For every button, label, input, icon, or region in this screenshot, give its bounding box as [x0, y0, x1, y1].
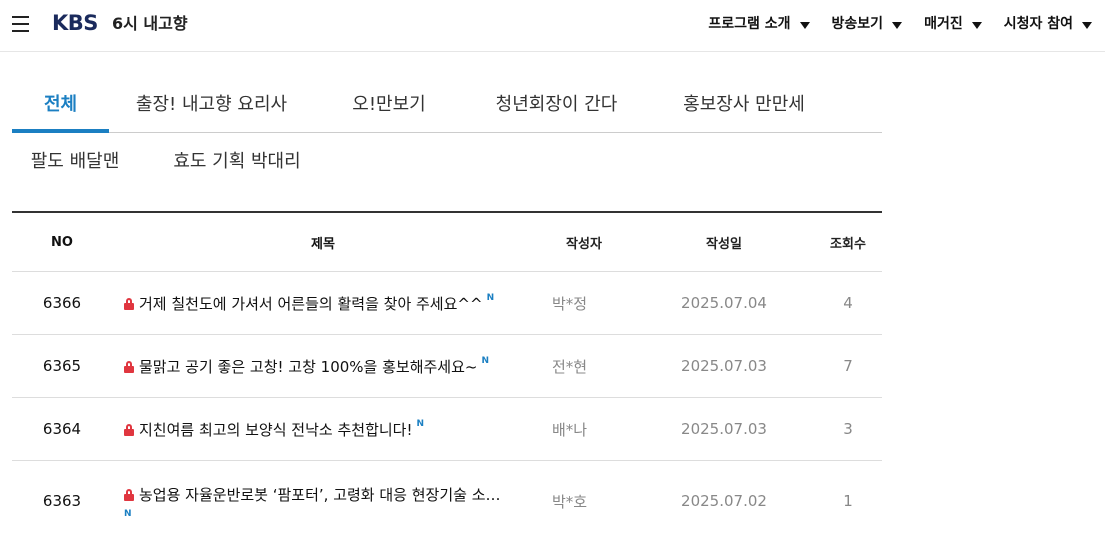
post-no: 6363: [42, 492, 82, 510]
post-views: 7: [843, 357, 853, 375]
table-row[interactable]: 6363 농업용 자율운반로봇 ‘팜포터’, 고령화 대응 현장기술 소… N …: [12, 461, 882, 536]
post-views: 3: [843, 420, 853, 438]
post-author: 박*호: [552, 492, 588, 511]
post-author: 배*나: [552, 420, 588, 439]
header-author: 작성자: [566, 236, 602, 252]
lock-icon: [124, 489, 134, 501]
post-views: 4: [843, 294, 853, 312]
post-date: 2025.07.02: [681, 492, 767, 510]
lock-icon: [124, 361, 134, 373]
new-badge: N: [416, 419, 425, 429]
hamburger-menu-icon[interactable]: [12, 15, 29, 32]
caret-down-icon: [799, 21, 810, 29]
tab-all[interactable]: 전체: [12, 76, 109, 133]
header-no: NO: [51, 234, 73, 250]
post-no: 6366: [42, 294, 82, 312]
tab-row: 전체 출장! 내고향 요리사 오!만보기 청년회장이 간다 홍보장사 만만세: [12, 76, 882, 133]
post-title-line: 농업용 자율운반로봇 ‘팜포터’, 고령화 대응 현장기술 소…: [124, 484, 501, 505]
header-views: 조회수: [830, 236, 866, 252]
tab-youth-leader[interactable]: 청년회장이 간다: [464, 76, 649, 132]
post-title[interactable]: 물맑고 공기 좋은 고창! 고창 100%을 홍보해주세요~: [139, 356, 477, 377]
post-title[interactable]: 지친여름 최고의 보양식 전낙소 추천합니다!: [139, 419, 413, 440]
kbs-logo[interactable]: KBS: [52, 11, 98, 35]
post-author: 박*정: [552, 294, 588, 313]
tab-chef[interactable]: 출장! 내고향 요리사: [109, 76, 314, 132]
table-row[interactable]: 6366 거제 칠천도에 가셔서 어른들의 활력을 찾아 주세요^^ N 박*정…: [12, 272, 882, 335]
post-date: 2025.07.03: [681, 357, 767, 375]
post-title-cell[interactable]: 농업용 자율운반로봇 ‘팜포터’, 고령화 대응 현장기술 소… N: [112, 484, 534, 519]
post-no: 6365: [42, 357, 82, 375]
nav-label: 방송보기: [831, 16, 884, 32]
category-tabs: 전체 출장! 내고향 요리사 오!만보기 청년회장이 간다 홍보장사 만만세 팔…: [12, 76, 882, 190]
tab-delivery-man[interactable]: 팔도 배달맨: [12, 133, 138, 190]
nav-label: 시청자 참여: [1003, 16, 1073, 32]
table-row[interactable]: 6364 지친여름 최고의 보양식 전낙소 추천합니다! N 배*나 2025.…: [12, 398, 882, 461]
tab-row: 팔도 배달맨 효도 기획 박대리: [12, 133, 882, 190]
post-title[interactable]: 거제 칠천도에 가셔서 어른들의 활력을 찾아 주세요^^: [139, 293, 483, 314]
post-views: 1: [843, 492, 853, 510]
caret-down-icon: [971, 21, 982, 29]
table-header: NO 제목 작성자 작성일 조회수: [12, 213, 882, 272]
nav-label: 매거진: [924, 16, 963, 32]
nav-program-intro[interactable]: 프로그램 소개: [708, 15, 810, 33]
post-date: 2025.07.03: [681, 420, 767, 438]
nav-viewer-participation[interactable]: 시청자 참여: [1004, 15, 1092, 33]
caret-down-icon: [892, 21, 903, 29]
new-badge: N: [481, 356, 490, 366]
header-date: 작성일: [706, 236, 742, 252]
tab-walking[interactable]: 오!만보기: [314, 76, 464, 132]
header-title: 제목: [311, 236, 335, 252]
post-title-cell[interactable]: 물맑고 공기 좋은 고창! 고창 100%을 홍보해주세요~ N: [112, 356, 534, 377]
board-table: NO 제목 작성자 작성일 조회수 6366 거제 칠천도에 가셔서 어른들의 …: [12, 211, 882, 536]
caret-down-icon: [1082, 21, 1092, 29]
post-title-wrap: 농업용 자율운반로봇 ‘팜포터’, 고령화 대응 현장기술 소… N: [124, 484, 501, 519]
tab-promo-merchant[interactable]: 홍보장사 만만세: [649, 76, 839, 132]
post-date: 2025.07.04: [681, 294, 767, 312]
post-author: 전*현: [552, 357, 588, 376]
tab-filial-plan[interactable]: 효도 기획 박대리: [138, 133, 336, 190]
post-title-cell[interactable]: 지친여름 최고의 보양식 전낙소 추천합니다! N: [112, 419, 534, 440]
nav-watch[interactable]: 방송보기: [832, 15, 903, 33]
lock-icon: [124, 424, 134, 436]
table-row[interactable]: 6365 물맑고 공기 좋은 고창! 고창 100%을 홍보해주세요~ N 전*…: [12, 335, 882, 398]
new-badge: N: [486, 293, 495, 303]
nav-magazine[interactable]: 매거진: [924, 15, 982, 33]
post-title-cell[interactable]: 거제 칠천도에 가셔서 어른들의 활력을 찾아 주세요^^ N: [112, 293, 534, 314]
lock-icon: [124, 298, 134, 310]
nav-label: 프로그램 소개: [708, 16, 791, 32]
main-nav: 프로그램 소개 방송보기 매거진 시청자 참여: [686, 15, 1092, 33]
new-badge: N: [124, 508, 132, 519]
post-no: 6364: [42, 420, 82, 438]
program-title[interactable]: 6시 내고향: [112, 14, 188, 34]
post-title[interactable]: 농업용 자율운반로봇 ‘팜포터’, 고령화 대응 현장기술 소…: [139, 484, 501, 505]
site-header: KBS 6시 내고향 프로그램 소개 방송보기 매거진 시청자 참여: [0, 0, 1105, 52]
